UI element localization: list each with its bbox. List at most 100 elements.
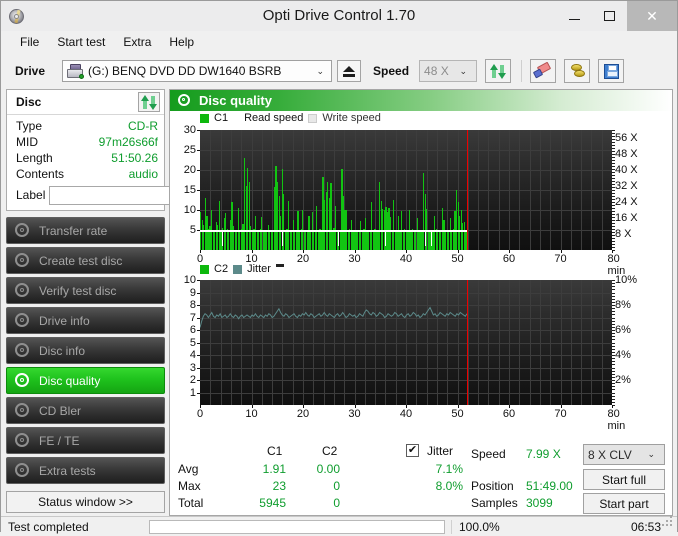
chevron-down-icon: ⌄ — [316, 65, 325, 76]
sidebar-item-fe-te[interactable]: FE / TE — [6, 427, 165, 454]
chevron-down-icon: ⌄ — [647, 449, 655, 459]
legend-swatch-jitter — [233, 264, 243, 274]
app-window: Opti Drive Control 1.70 ✕ File Start tes… — [0, 0, 678, 536]
caption-buttons: ✕ — [557, 1, 677, 31]
toolbar-separator — [521, 60, 523, 82]
disc-row-key: MID — [16, 135, 38, 149]
x-tick-label: 10 — [245, 408, 258, 420]
menu-item-extra[interactable]: Extra — [114, 32, 160, 52]
progress-percent: 100.0% — [451, 519, 539, 534]
stats-total-c2: 0 — [333, 496, 340, 510]
disc-info-rows: Type CD-R MID 97m26s66f Length 51:50.26 … — [7, 115, 254, 210]
menu-item-file[interactable]: File — [11, 32, 48, 52]
menu-item-start-test[interactable]: Start test — [48, 32, 114, 52]
elapsed-time: 06:53 — [630, 519, 661, 534]
disc-row-contents: Contents audio — [16, 166, 158, 182]
gold-discs-icon — [569, 63, 586, 79]
write-speed-select[interactable]: 8 X CLV ⌄ — [583, 444, 665, 465]
read-speed-dip — [338, 230, 340, 246]
save-icon — [603, 63, 619, 79]
y-tick-label: 10 — [183, 274, 196, 286]
read-speed-line — [200, 229, 467, 232]
y-tick-label: 3 — [189, 361, 196, 374]
toolbar: Drive (G:) BENQ DVD DD DW1640 BSRB ⌄ Spe… — [1, 53, 677, 89]
sidebar-item-transfer-rate[interactable]: Transfer rate — [6, 217, 165, 244]
write-speed-select-value: 8 X CLV — [588, 447, 632, 462]
sidebar-item-create-test-disc[interactable]: Create test disc — [6, 247, 165, 274]
stats-row-label-max: Max — [178, 479, 201, 493]
menu-item-help[interactable]: Help — [160, 32, 203, 52]
stats-max-c2: 0 — [333, 479, 340, 493]
sidebar-item-drive-info[interactable]: Drive info — [6, 307, 165, 334]
y-tick-label: 20 — [183, 164, 196, 176]
disc-row-key: Type — [16, 119, 43, 133]
x-tick-label: 50 — [451, 408, 464, 420]
status-text: Test completed — [8, 519, 89, 534]
disc-icon — [15, 373, 30, 388]
close-button[interactable]: ✕ — [627, 1, 677, 31]
disc-row-value: 97m26s66f — [98, 135, 158, 149]
disc-panel: Disc Type CD-R MID 97m26s66f Length 51:5… — [6, 89, 254, 211]
refresh-button[interactable] — [485, 59, 512, 83]
sidebar-item-label: Drive info — [39, 313, 90, 328]
right-axis-tick-label: 24 X — [615, 196, 638, 208]
start-full-button[interactable]: Start full — [583, 469, 665, 490]
gold-discs-button[interactable] — [564, 59, 591, 83]
sidebar-item-disc-quality[interactable]: Disc quality — [6, 367, 165, 394]
legend-label-write-speed: Write speed — [322, 112, 381, 124]
disc-row-key: Length — [16, 151, 53, 165]
maximize-button[interactable] — [592, 1, 627, 31]
disc-refresh-button[interactable] — [138, 92, 160, 112]
stats-max-jitter: 8.0% — [435, 479, 463, 493]
legend-swatch-write-speed — [308, 113, 318, 123]
stats-max-c1: 23 — [272, 479, 286, 493]
stats-row-label-avg: Avg — [178, 462, 199, 476]
y-tick-label: 10 — [183, 204, 196, 216]
disc-icon — [15, 313, 30, 328]
x-tick-label: 80 min — [607, 408, 626, 432]
legend-label-c2: C2 — [214, 263, 229, 275]
disc-row-type: Type CD-R — [16, 118, 158, 134]
menu-bar: File Start test Extra Help — [1, 31, 677, 53]
position-marker — [466, 280, 469, 405]
sidebar-item-label: Create test disc — [39, 253, 123, 268]
content-header: Disc quality — [170, 90, 672, 111]
sidebar-item-verify-test-disc[interactable]: Verify test disc — [6, 277, 165, 304]
disc-icon — [15, 223, 30, 238]
y-tick-label: 9 — [189, 286, 196, 299]
read-speed-dip — [424, 230, 426, 246]
legend-label-jitter: Jitter — [247, 263, 271, 275]
disc-panel-title: Disc — [16, 95, 42, 109]
start-part-button[interactable]: Start part — [583, 493, 665, 514]
c2-plot-area — [200, 280, 612, 405]
sidebar-item-cd-bler[interactable]: CD Bler — [6, 397, 165, 424]
drive-label: Drive — [15, 64, 46, 78]
sidebar-item-extra-tests[interactable]: Extra tests — [6, 457, 165, 484]
eject-button[interactable] — [337, 60, 362, 82]
eject-icon — [342, 65, 356, 77]
disc-quality-icon — [178, 94, 191, 107]
minimize-button[interactable] — [557, 1, 592, 31]
main-body: Disc Type CD-R MID 97m26s66f Length 51:5… — [1, 89, 677, 516]
y-tick-label: 25 — [183, 144, 196, 156]
save-button[interactable] — [598, 59, 625, 83]
erase-button[interactable] — [530, 59, 557, 83]
sidebar-item-label: Extra tests — [39, 463, 96, 478]
position-marker — [466, 130, 469, 250]
jitter-checkbox[interactable]: ✔ — [406, 444, 419, 457]
resize-grip[interactable] — [662, 516, 674, 528]
sidebar-item-disc-info[interactable]: Disc info — [6, 337, 165, 364]
right-axis-tick-label: 48 X — [615, 148, 638, 160]
drive-select[interactable]: (G:) BENQ DVD DD DW1640 BSRB ⌄ — [62, 60, 333, 82]
y-tick-label: 5 — [189, 336, 196, 349]
disc-icon — [15, 343, 30, 358]
stats-label-samples: Samples — [471, 496, 518, 510]
speed-select[interactable]: 48 X ⌄ — [419, 60, 478, 82]
right-axis-tick-label: 6% — [615, 324, 631, 336]
disc-icon — [15, 463, 30, 478]
read-speed-dip — [281, 230, 283, 246]
chevron-down-icon: ⌄ — [459, 65, 468, 76]
y-tick-label: 5 — [189, 224, 196, 236]
status-window-button[interactable]: Status window >> — [6, 491, 165, 513]
stats-avg-jitter: 7.1% — [435, 462, 463, 476]
